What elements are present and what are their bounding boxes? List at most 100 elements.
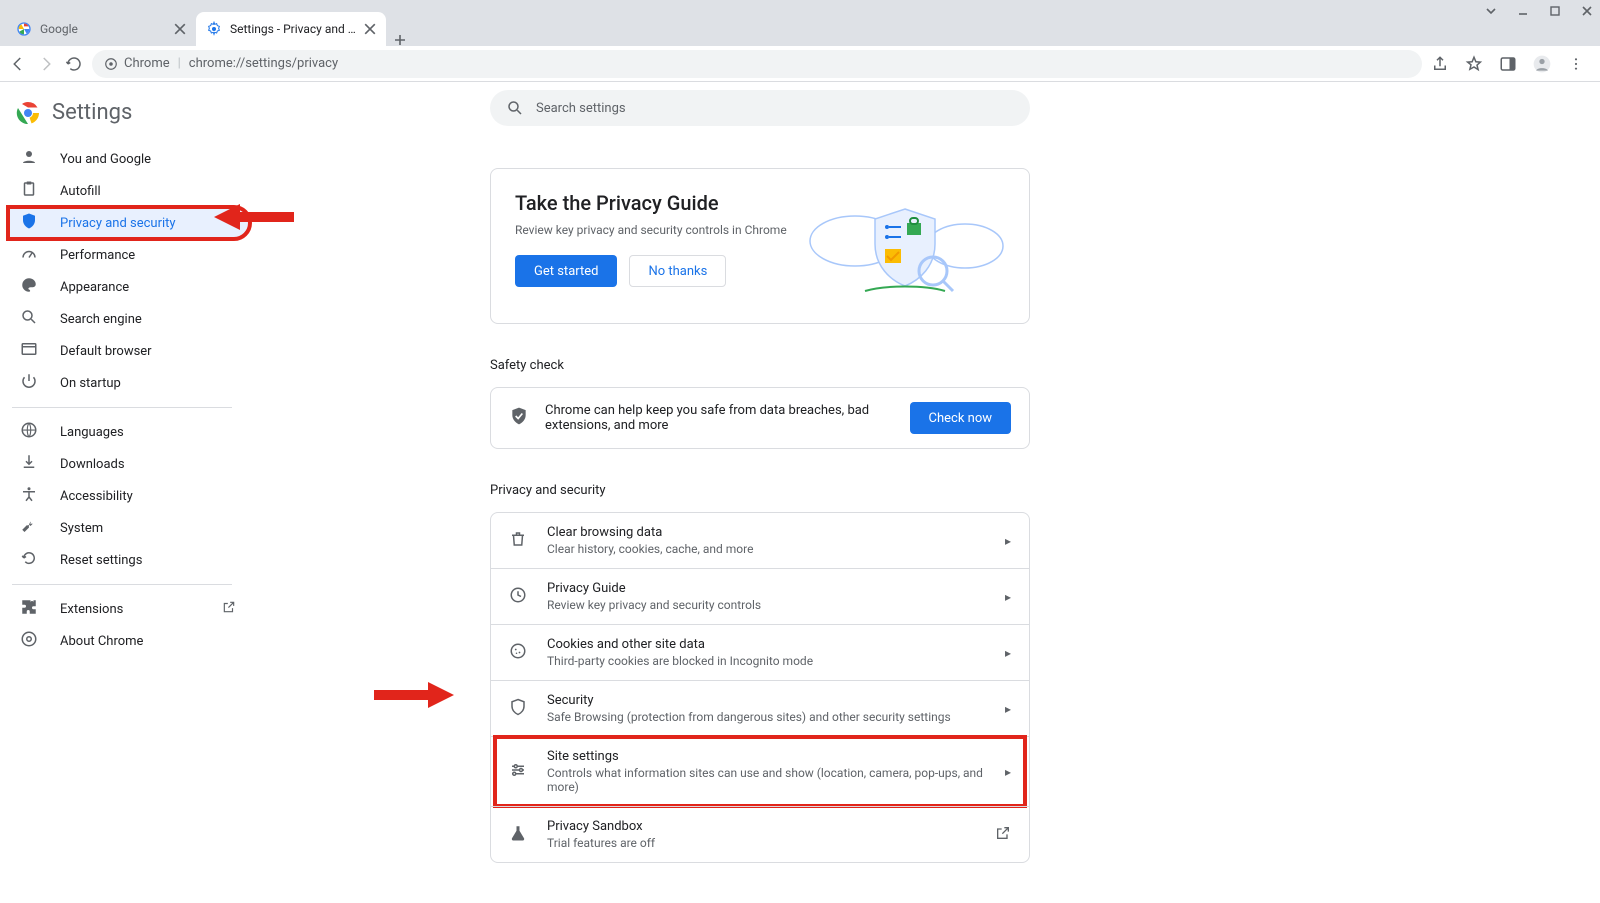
tab-google[interactable]: Google [6,12,196,46]
row-title: Cookies and other site data [547,637,987,652]
search-placeholder: Search settings [536,101,626,116]
sidebar-item-label: Performance [60,248,135,263]
privacy-guide-card: Take the Privacy Guide Review key privac… [490,168,1030,324]
star-icon[interactable] [1464,54,1484,74]
get-started-button[interactable]: Get started [515,255,617,287]
chrome-outline-icon [20,630,40,652]
sidebar-item-extensions[interactable]: Extensions [8,593,250,625]
sidebar-item-label: Default browser [60,344,152,359]
search-settings-input[interactable]: Search settings [490,90,1030,126]
sidepanel-icon[interactable] [1498,54,1518,74]
sidebar-item-on-startup[interactable]: On startup [8,367,250,399]
reload-icon[interactable] [64,54,84,74]
puzzle-icon [20,598,40,620]
maximize-icon[interactable] [1548,4,1562,18]
wrench-icon [20,517,40,539]
sidebar-secondary: Languages Downloads Accessibility System… [0,416,250,576]
sidebar-title: Settings [52,100,132,125]
shield-check-icon [509,406,529,430]
sidebar-item-label: About Chrome [60,634,143,649]
shield-outline-icon [509,698,529,720]
close-icon[interactable] [364,23,376,35]
close-icon[interactable] [174,23,186,35]
row-cookies[interactable]: Cookies and other site data Third-party c… [491,624,1029,680]
privacy-guide-actions: Get started No thanks [515,255,787,287]
new-tab-button[interactable] [386,34,414,46]
privacy-guide-title: Take the Privacy Guide [515,191,787,215]
sidebar-item-label: Reset settings [60,553,142,568]
sidebar-divider [12,584,232,585]
settings-content: Settings You and Google Autofill Privacy… [0,82,1600,903]
sidebar-item-reset[interactable]: Reset settings [8,544,250,576]
row-subtitle: Safe Browsing (protection from dangerous… [547,710,987,724]
chevron-right-icon: ▸ [1005,646,1011,660]
sidebar-item-label: On startup [60,376,121,391]
row-security[interactable]: SecuritySafe Browsing (protection from d… [491,680,1029,736]
sidebar-item-default-browser[interactable]: Default browser [8,335,250,367]
chevron-right-icon: ▸ [1005,534,1011,548]
no-thanks-button[interactable]: No thanks [629,255,726,287]
profile-icon[interactable] [1532,54,1552,74]
row-site-settings[interactable]: Site settingsControls what information s… [491,736,1029,806]
globe-icon [20,421,40,443]
minimize-icon[interactable] [1516,4,1530,18]
safety-message: Chrome can help keep you safe from data … [545,403,894,433]
kebab-menu-icon[interactable] [1566,54,1586,74]
row-subtitle: Third-party cookies are blocked in Incog… [547,654,987,668]
row-title: Clear browsing data [547,525,987,540]
safety-check-heading: Safety check [490,358,1030,373]
sidebar-item-label: Languages [60,425,124,440]
row-title: Privacy Sandbox [547,819,977,834]
sidebar-item-label: Appearance [60,280,129,295]
sidebar: Settings You and Google Autofill Privacy… [0,82,250,903]
sidebar-item-label: Accessibility [60,489,133,504]
sidebar-item-label: Autofill [60,184,101,199]
row-text: Clear browsing dataClear history, cookie… [547,525,987,556]
back-icon[interactable] [8,54,28,74]
trash-icon [509,530,529,552]
chrome-chip-icon [104,57,118,71]
google-favicon-icon [16,21,32,37]
row-text: Cookies and other site data Third-party c… [547,637,987,668]
annotation-arrow [374,680,454,710]
sidebar-item-downloads[interactable]: Downloads [8,448,250,480]
sidebar-item-about[interactable]: About Chrome [8,625,250,657]
compass-icon [509,586,529,608]
chevron-down-icon[interactable] [1484,4,1498,18]
share-icon[interactable] [1430,54,1450,74]
forward-icon[interactable] [36,54,56,74]
external-link-icon [995,825,1011,844]
row-clear-browsing-data[interactable]: Clear browsing dataClear history, cookie… [491,513,1029,568]
sidebar-item-performance[interactable]: Performance [8,239,250,271]
privacy-guide-subtitle: Review key privacy and security controls… [515,223,787,237]
row-text: SecuritySafe Browsing (protection from d… [547,693,987,724]
url-text: chrome://settings/privacy [189,56,338,71]
window-close-icon[interactable] [1580,4,1594,18]
sidebar-item-label: Search engine [60,312,142,327]
row-subtitle: Trial features are off [547,836,977,850]
power-icon [20,372,40,394]
sidebar-item-appearance[interactable]: Appearance [8,271,250,303]
address-bar[interactable]: Chrome | chrome://settings/privacy [92,50,1422,78]
privacy-guide-text: Take the Privacy Guide Review key privac… [515,191,787,301]
row-text: Privacy Sandbox Trial features are off [547,819,977,850]
sidebar-item-label: Extensions [60,602,123,617]
tab-settings[interactable]: Settings - Privacy and security [196,12,386,46]
sidebar-primary: You and Google Autofill Privacy and secu… [0,143,250,399]
shield-icon [20,212,40,234]
site-chip-label: Chrome [124,56,170,71]
search-wrap: Search settings [490,90,1030,126]
tab-label: Settings - Privacy and security [230,22,356,36]
toolbar-right [1430,54,1592,74]
flask-icon [509,824,529,846]
sidebar-item-you-and-google[interactable]: You and Google [8,143,250,175]
sidebar-item-system[interactable]: System [8,512,250,544]
check-now-button[interactable]: Check now [910,402,1012,434]
sidebar-item-search-engine[interactable]: Search engine [8,303,250,335]
sidebar-item-accessibility[interactable]: Accessibility [8,480,250,512]
sidebar-item-label: System [60,521,103,536]
person-icon [20,148,40,170]
sidebar-item-languages[interactable]: Languages [8,416,250,448]
row-privacy-guide[interactable]: Privacy GuideReview key privacy and secu… [491,568,1029,624]
row-privacy-sandbox[interactable]: Privacy Sandbox Trial features are off [491,806,1029,862]
